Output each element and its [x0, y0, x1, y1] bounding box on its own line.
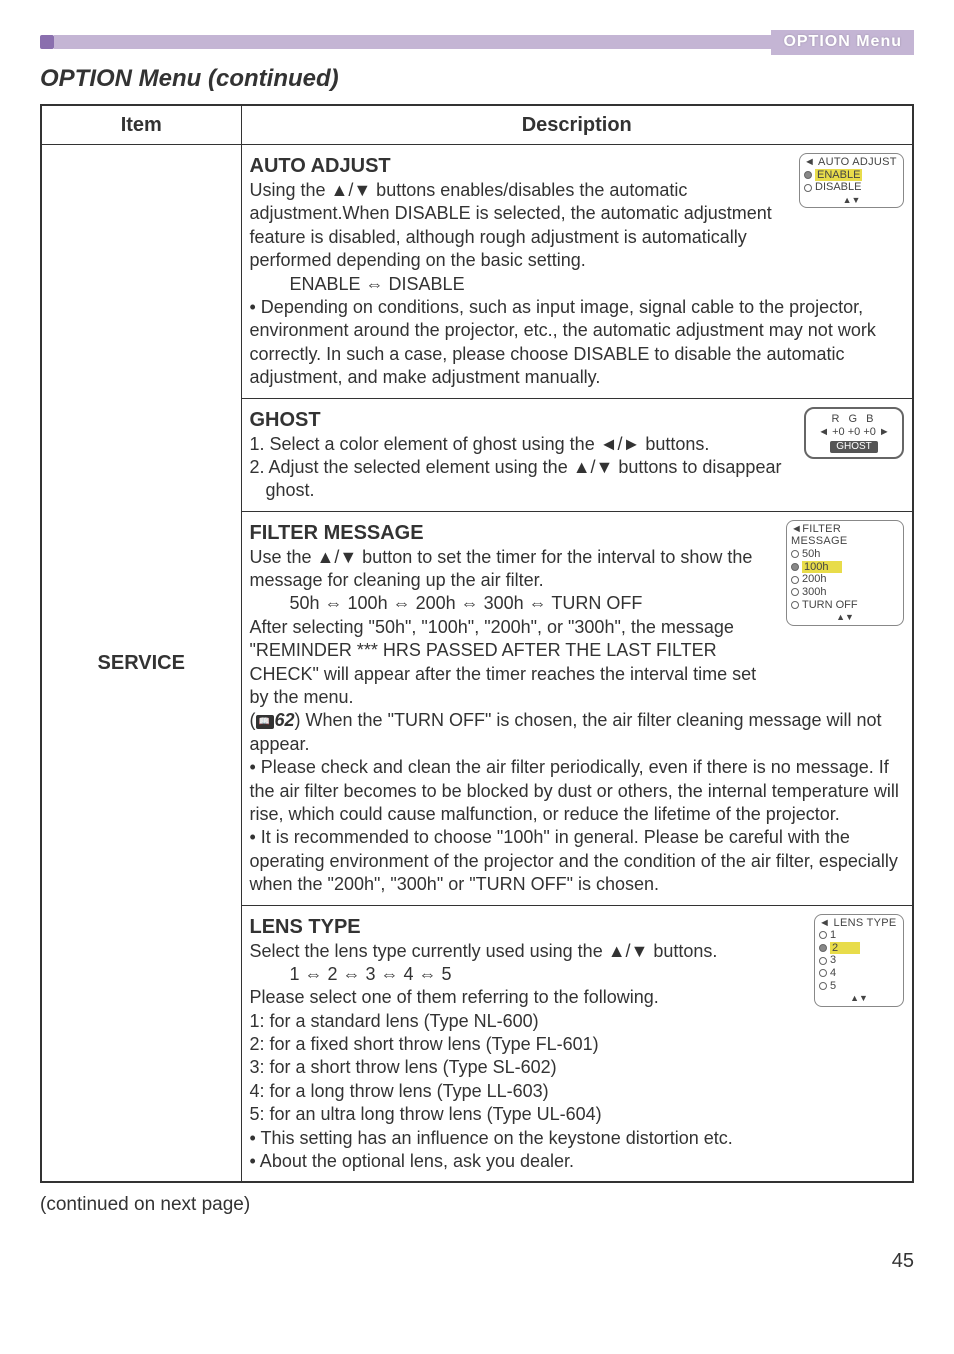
lens-osd: ◄ LENS TYPE 1 2 3 4 5 ▲▼ — [814, 914, 904, 1007]
filter-osd: ◄FILTER MESSAGE 50h 100h 200h 300h TURN … — [786, 520, 904, 626]
ghost-l2: 2. Adjust the selected element using the… — [266, 456, 797, 503]
lens-p3: • This setting has an influence on the k… — [250, 1127, 905, 1150]
radio-icon — [819, 969, 827, 977]
section-ghost: GHOST 1. Select a color element of ghost… — [242, 398, 913, 511]
ghost-osd: R G B ◄ +0 +0 +0 ► GHOST — [804, 407, 904, 460]
ghost-l1: 1. Select a color element of ghost using… — [266, 433, 797, 456]
filter-p2: After selecting "50h", "100h", "200h", o… — [250, 616, 779, 710]
lens-p4: • About the optional lens, ask you deale… — [250, 1150, 905, 1173]
option-table: Item Description SERVICE AUTO ADJUST Usi… — [40, 104, 914, 1183]
radio-icon — [791, 588, 799, 596]
lens-l2: 2: for a fixed short throw lens (Type FL… — [250, 1033, 905, 1056]
lens-opts: 1 ⇔ 2 ⇔ 3 ⇔ 4 ⇔ 5 — [290, 963, 807, 986]
osd-title: ◄ LENS TYPE — [819, 917, 899, 930]
nav-arrows-icon: ▲▼ — [791, 612, 899, 622]
nav-arrows-icon: ▲▼ — [804, 195, 899, 205]
lens-l5: 5: for an ultra long throw lens (Type UL… — [250, 1103, 905, 1126]
filter-p4: • Please check and clean the air filter … — [250, 756, 905, 826]
auto-adjust-toggle: ENABLE ⇔ DISABLE — [290, 273, 792, 296]
topbar-accent — [40, 35, 54, 49]
radio-icon — [819, 957, 827, 965]
auto-adjust-p2: • Depending on conditions, such as input… — [250, 296, 905, 390]
item-service: SERVICE — [41, 144, 241, 1182]
topbar-line — [54, 35, 771, 49]
lens-p1: Select the lens type currently used usin… — [250, 940, 807, 963]
lens-title: LENS TYPE — [250, 914, 807, 940]
filter-ref-line: (📖62) When the "TURN OFF" is chosen, the… — [250, 709, 905, 756]
section-filter-message: FILTER MESSAGE Use the ▲/▼ button to set… — [242, 511, 913, 905]
ghost-rgb-label: R G B — [812, 413, 896, 426]
radio-icon — [791, 576, 799, 584]
lens-l3: 3: for a short throw lens (Type SL-602) — [250, 1056, 905, 1079]
auto-adjust-title: AUTO ADJUST — [250, 153, 792, 179]
manual-ref-icon: 📖 — [256, 715, 274, 729]
page-number: 45 — [40, 1248, 914, 1274]
continued-note: (continued on next page) — [40, 1193, 914, 1218]
filter-p5: • It is recommended to choose "100h" in … — [250, 826, 905, 896]
osd-title: ◄FILTER MESSAGE — [791, 523, 899, 548]
ghost-title: GHOST — [250, 407, 797, 433]
radio-icon — [819, 982, 827, 990]
radio-icon — [791, 563, 799, 571]
filter-p1: Use the ▲/▼ button to set the timer for … — [250, 546, 779, 593]
header-desc: Description — [241, 105, 913, 145]
filter-opts: 50h ⇔ 100h ⇔ 200h ⇔ 300h ⇔ TURN OFF — [290, 592, 779, 615]
auto-adjust-osd: ◄ AUTO ADJUST ENABLE DISABLE ▲▼ — [799, 153, 904, 208]
filter-title: FILTER MESSAGE — [250, 520, 779, 546]
radio-icon — [804, 171, 812, 179]
radio-icon — [791, 601, 799, 609]
lens-l1: 1: for a standard lens (Type NL-600) — [250, 1010, 807, 1033]
ghost-osd-label: GHOST — [830, 441, 878, 453]
radio-icon — [804, 184, 812, 192]
header-item: Item — [41, 105, 241, 145]
osd-title: ◄ AUTO ADJUST — [804, 156, 899, 169]
radio-icon — [819, 931, 827, 939]
lens-l4: 4: for a long throw lens (Type LL-603) — [250, 1080, 905, 1103]
section-auto-adjust: AUTO ADJUST Using the ▲/▼ buttons enable… — [242, 145, 913, 398]
radio-icon — [819, 944, 827, 952]
ghost-values: ◄ +0 +0 +0 ► — [812, 426, 896, 439]
lens-p2: Please select one of them referring to t… — [250, 986, 807, 1009]
desc-column: AUTO ADJUST Using the ▲/▼ buttons enable… — [241, 144, 913, 1182]
page-heading: OPTION Menu (continued) — [40, 63, 914, 94]
radio-icon — [791, 550, 799, 558]
nav-arrows-icon: ▲▼ — [819, 993, 899, 1003]
auto-adjust-p1: Using the ▲/▼ buttons enables/disables t… — [250, 179, 792, 273]
page-topbar: OPTION Menu — [40, 30, 914, 55]
topbar-badge: OPTION Menu — [771, 30, 914, 55]
section-lens-type: LENS TYPE Select the lens type currently… — [242, 905, 913, 1182]
